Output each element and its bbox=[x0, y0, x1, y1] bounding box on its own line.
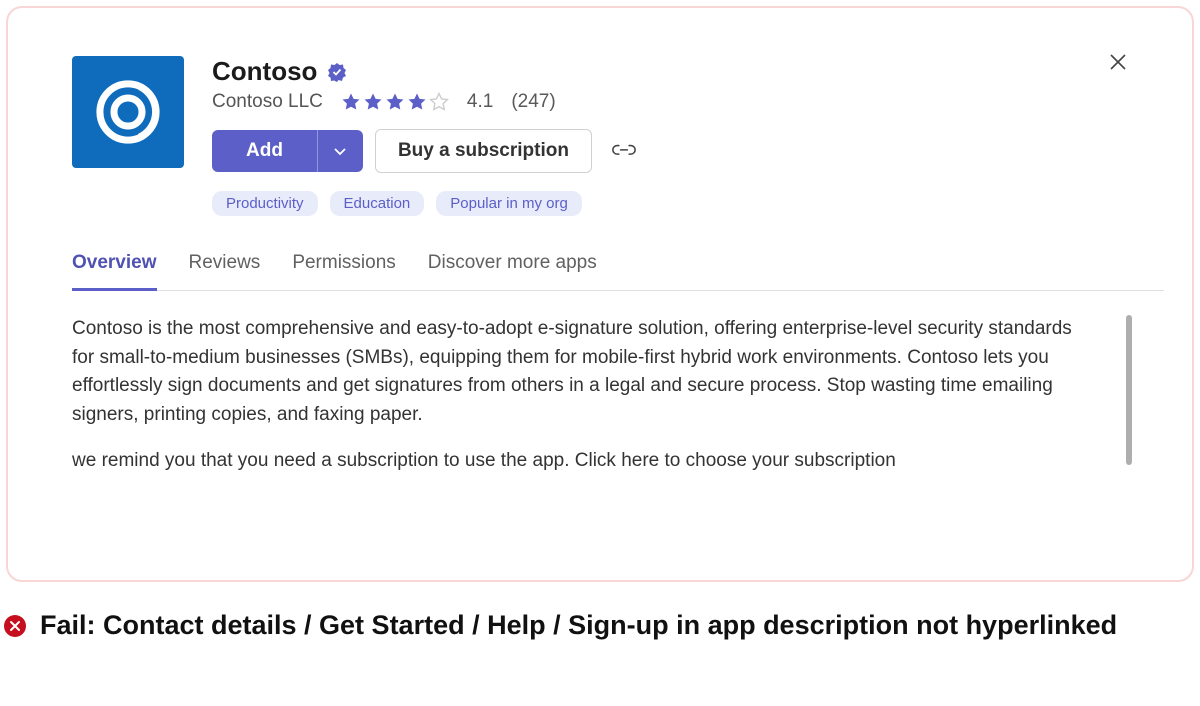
add-dropdown-button[interactable] bbox=[317, 130, 363, 172]
title-row: Contoso bbox=[212, 56, 1164, 87]
star-icon bbox=[385, 92, 405, 112]
overview-content: Contoso is the most comprehensive and ea… bbox=[72, 315, 1164, 476]
star-icon bbox=[407, 92, 427, 112]
tag-productivity[interactable]: Productivity bbox=[212, 191, 318, 216]
app-icon bbox=[72, 56, 184, 168]
tag-popular[interactable]: Popular in my org bbox=[436, 191, 582, 216]
tabs: Overview Reviews Permissions Discover mo… bbox=[72, 242, 1164, 291]
add-button[interactable]: Add bbox=[212, 130, 317, 172]
description-paragraph-2: we remind you that you need a subscripti… bbox=[72, 447, 1072, 476]
tag-education[interactable]: Education bbox=[330, 191, 425, 216]
tab-overview[interactable]: Overview bbox=[72, 242, 157, 291]
chevron-down-icon bbox=[332, 143, 348, 159]
error-icon bbox=[4, 615, 26, 637]
app-header: Contoso Contoso LLC 4.1 (247) bbox=[72, 56, 1164, 216]
validation-annotation: Fail: Contact details / Get Started / He… bbox=[4, 608, 1190, 643]
close-icon bbox=[1108, 52, 1128, 72]
rating-stars[interactable] bbox=[341, 92, 449, 112]
add-split-button: Add bbox=[212, 130, 363, 172]
publisher-name: Contoso LLC bbox=[212, 91, 323, 113]
category-tags: Productivity Education Popular in my org bbox=[212, 191, 1164, 216]
verified-badge-icon bbox=[327, 62, 347, 82]
close-button[interactable] bbox=[1108, 52, 1128, 72]
copy-link-button[interactable] bbox=[612, 143, 636, 159]
buy-subscription-button[interactable]: Buy a subscription bbox=[375, 129, 592, 173]
link-icon bbox=[612, 143, 636, 157]
tab-discover[interactable]: Discover more apps bbox=[428, 242, 597, 290]
scrollbar[interactable] bbox=[1126, 315, 1132, 465]
rating-value: 4.1 bbox=[467, 91, 493, 113]
app-info-block: Contoso Contoso LLC 4.1 (247) bbox=[212, 56, 1164, 216]
star-icon bbox=[341, 92, 361, 112]
app-details-card: Contoso Contoso LLC 4.1 (247) bbox=[6, 6, 1194, 582]
fail-message: Fail: Contact details / Get Started / He… bbox=[40, 608, 1117, 643]
rating-count: (247) bbox=[511, 91, 555, 113]
contoso-logo-icon bbox=[89, 73, 167, 151]
publisher-row: Contoso LLC 4.1 (247) bbox=[212, 91, 1164, 113]
star-empty-icon bbox=[429, 92, 449, 112]
star-icon bbox=[363, 92, 383, 112]
action-buttons-row: Add Buy a subscription bbox=[212, 129, 1164, 173]
tab-reviews[interactable]: Reviews bbox=[189, 242, 261, 290]
tab-permissions[interactable]: Permissions bbox=[292, 242, 395, 290]
x-icon bbox=[9, 620, 21, 632]
app-title: Contoso bbox=[212, 56, 317, 87]
description-paragraph-1: Contoso is the most comprehensive and ea… bbox=[72, 315, 1072, 429]
